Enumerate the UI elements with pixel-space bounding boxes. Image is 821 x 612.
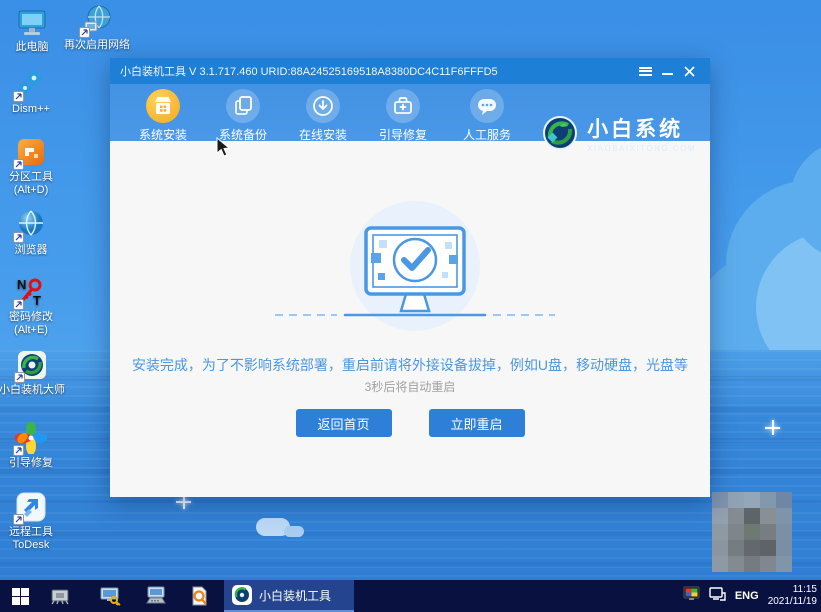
- success-illustration: [275, 198, 555, 358]
- nav-online-install[interactable]: 在线安装: [285, 89, 361, 143]
- desktop-icon-label: 此电脑: [15, 41, 49, 53]
- network-globe-icon: [79, 4, 113, 38]
- brand-domain: XIAOBAIXITONG.COM: [587, 144, 696, 153]
- shortcut-arrow-icon: [13, 159, 24, 170]
- window-header: 系统安装 系统备份 在线安装 引导修复 人工服务 小白系统 XIAOBAIXIT…: [110, 84, 710, 153]
- display-color-icon[interactable]: [683, 586, 700, 606]
- nav-boot-repair[interactable]: 引导修复: [365, 89, 441, 143]
- pinwheel-icon: [13, 421, 48, 456]
- shortcut-arrow-icon: [13, 91, 24, 102]
- svg-text:N: N: [17, 277, 26, 292]
- network-status-icon[interactable]: [709, 586, 726, 606]
- restart-countdown: 3秒后将自动重启: [364, 380, 456, 394]
- taskbar-keyboard-tool[interactable]: [142, 580, 170, 612]
- shortcut-arrow-icon: [13, 514, 24, 525]
- app-window: 小白装机工具 V 3.1.717.460 URID:88A24525169518…: [110, 58, 710, 497]
- windows-logo-icon: [11, 587, 29, 605]
- desktop-icon-label: 再次启用网络: [64, 39, 130, 51]
- taskbar-active-app[interactable]: 小白装机工具: [224, 580, 354, 612]
- system-tray: ENG 11:15 2021/11/19: [683, 580, 817, 612]
- taskbar-app-label: 小白装机工具: [259, 588, 332, 603]
- browser-globe-icon: [13, 209, 47, 243]
- desktop-icon-this-pc[interactable]: 此电脑: [4, 6, 60, 54]
- taskbar-clock[interactable]: 11:15 2021/11/19: [768, 584, 817, 609]
- clock-time: 11:15: [792, 583, 817, 595]
- taskbar: 小白装机工具 ENG 11:15 2021/11/19: [0, 580, 821, 612]
- nav-system-install[interactable]: 系统安装: [125, 89, 201, 143]
- close-icon[interactable]: [678, 62, 700, 80]
- search-file-icon: [192, 586, 207, 606]
- start-button[interactable]: [0, 580, 40, 612]
- xiaobai-master-icon: [14, 349, 48, 383]
- todesk-icon: [13, 491, 47, 525]
- desktop-icon-re-enable-network[interactable]: 再次启用网络: [60, 4, 134, 52]
- chip-icon: [51, 589, 69, 605]
- install-box-icon: [146, 89, 180, 123]
- desktop-icon-sublabel: (Alt+E): [14, 324, 48, 337]
- xiaobai-app-icon: [232, 585, 252, 605]
- taskbar-search-tool[interactable]: [186, 580, 212, 612]
- desktop-icon-boot-repair[interactable]: 引导修复: [0, 421, 62, 470]
- monitor-check-icon: [275, 226, 555, 317]
- shortcut-arrow-icon: [79, 27, 90, 38]
- nav-label: 在线安装: [298, 128, 347, 142]
- mouse-cursor: [216, 136, 232, 164]
- desktop-icon-label: 密码修改: [9, 311, 53, 323]
- desktop-icon-label: 浏览器: [14, 244, 48, 256]
- desktop-icon-dism[interactable]: Dism++: [0, 68, 62, 116]
- desktop-icon-label: 远程工具: [9, 526, 53, 538]
- pc-keyboard-icon: [146, 586, 166, 604]
- svg-text:T: T: [33, 293, 41, 308]
- disk-partition-icon: [13, 136, 47, 170]
- home-button[interactable]: 返回首页: [295, 409, 392, 437]
- xiaobai-logo-icon: [543, 116, 578, 150]
- desktop-icon-label: Dism++: [12, 103, 50, 115]
- chat-bubble-icon: [470, 89, 504, 123]
- desktop-icon-sublabel: (Alt+D): [13, 184, 49, 197]
- small-cloud: [284, 526, 304, 537]
- desktop-icon-label: 引导修复: [9, 457, 53, 469]
- desktop-icon-label: 小白装机大师: [0, 384, 65, 396]
- nav-label: 引导修复: [378, 128, 427, 142]
- this-pc-icon: [16, 6, 48, 38]
- brand-name: 小白系统: [587, 118, 684, 141]
- menu-icon[interactable]: [634, 62, 656, 80]
- nav-system-backup[interactable]: 系统备份: [205, 89, 281, 143]
- gears-icon: [13, 68, 47, 102]
- sea-sparkle: [765, 420, 780, 435]
- backup-copy-icon: [226, 89, 260, 123]
- shortcut-arrow-icon: [13, 232, 24, 243]
- shortcut-arrow-icon: [13, 445, 24, 456]
- shortcut-arrow-icon: [14, 372, 25, 383]
- clock-date: 2021/11/19: [767, 596, 817, 607]
- pixelated-mosaic: [712, 492, 792, 572]
- completion-message: 安装完成，为了不影响系统部署，重启前请将外接设备拔掉，例如U盘，移动硬盘，光盘等: [131, 357, 689, 373]
- desktop-icon-xiaobai-master[interactable]: 小白装机大师: [0, 349, 67, 397]
- restart-button[interactable]: 立即重启: [428, 409, 525, 437]
- brand-logo: 小白系统 XIAOBAIXITONG.COM: [541, 113, 696, 153]
- download-icon: [306, 89, 340, 123]
- desktop-icon-password-reset[interactable]: NT 密码修改 (Alt+E): [0, 276, 62, 337]
- desktop-icon-label: 分区工具: [9, 171, 53, 183]
- minimize-icon[interactable]: [656, 62, 678, 80]
- toolbox-icon: [386, 89, 420, 123]
- window-titlebar[interactable]: 小白装机工具 V 3.1.717.460 URID:88A24525169518…: [110, 58, 710, 84]
- nav-human-service[interactable]: 人工服务: [449, 89, 525, 143]
- desktop-icon-todesk[interactable]: 远程工具 ToDesk: [0, 491, 62, 552]
- taskbar-cpu-tool[interactable]: [46, 580, 74, 612]
- nav-label: 人工服务: [462, 128, 511, 142]
- window-title: 小白装机工具 V 3.1.717.460 URID:88A24525169518…: [120, 66, 498, 78]
- taskbar-password-tool[interactable]: [96, 580, 124, 612]
- pc-key-icon: [100, 587, 121, 606]
- nav-label: 系统安装: [138, 128, 187, 142]
- language-indicator[interactable]: ENG: [735, 590, 759, 602]
- desktop-icon-sublabel: ToDesk: [12, 539, 50, 552]
- shortcut-arrow-icon: [13, 299, 24, 310]
- nt-password-key-icon: NT: [13, 276, 47, 310]
- desktop-icon-partition-tool[interactable]: 分区工具 (Alt+D): [0, 136, 62, 197]
- desktop-icon-browser[interactable]: 浏览器: [0, 209, 62, 257]
